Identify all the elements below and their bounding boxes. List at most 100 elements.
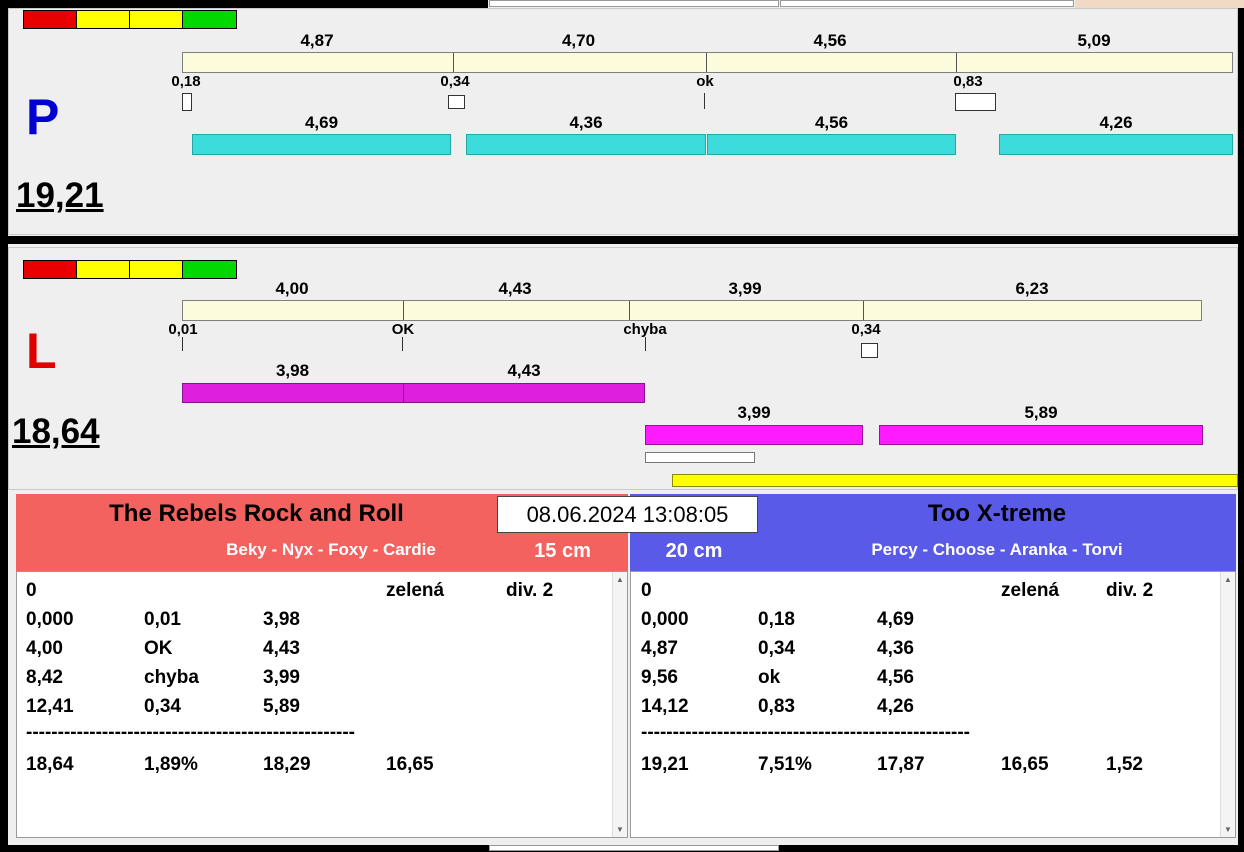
l-status-lights xyxy=(23,260,237,279)
lane-p-letter: P xyxy=(26,89,60,145)
scroll-down-icon[interactable]: ▼ xyxy=(1221,825,1235,834)
background-window-corner xyxy=(1075,0,1244,8)
status-light-red-icon xyxy=(24,261,77,278)
left-team-name: The Rebels Rock and Roll xyxy=(109,500,404,527)
p-run-bar xyxy=(192,134,451,155)
left-adjusted: 18,29 xyxy=(263,754,311,775)
right-color-status: zelená xyxy=(1001,580,1060,601)
l-split-time: 4,43 xyxy=(498,279,532,298)
p-exchange-marker xyxy=(955,93,996,111)
p-run-bar xyxy=(466,134,706,155)
p-exchange-marker xyxy=(182,93,192,111)
lane-l-letter: L xyxy=(26,323,57,379)
titlebar-fragment-1 xyxy=(489,0,779,7)
right-table-scrollbar[interactable]: ▲ ▼ xyxy=(1220,572,1235,837)
status-light-yellow2-icon xyxy=(130,261,183,278)
left-division: div. 2 xyxy=(506,580,554,601)
table-cell: chyba xyxy=(144,667,199,688)
table-cell: 0,34 xyxy=(758,638,795,659)
yellow-progress-bar xyxy=(672,474,1238,487)
right-percent: 7,51% xyxy=(758,754,812,775)
frame-top xyxy=(0,0,488,8)
p-split-time: 4,70 xyxy=(561,31,596,50)
p-split-time: 5,09 xyxy=(1077,31,1111,50)
table-cell: 4,56 xyxy=(877,667,914,688)
left-table-scrollbar[interactable]: ▲ ▼ xyxy=(612,572,627,837)
p-timeline-bar xyxy=(182,52,1233,73)
table-cell: 4,26 xyxy=(877,696,914,717)
l-exchange-tick xyxy=(645,337,646,351)
status-light-yellow-icon xyxy=(77,11,130,28)
titlebar-fragment-2 xyxy=(780,0,1074,7)
p-exchange-marker xyxy=(448,95,465,109)
l-run-bar xyxy=(879,425,1203,445)
scroll-down-icon[interactable]: ▼ xyxy=(613,825,627,834)
l-run-time: 3,99 xyxy=(737,403,771,422)
timeline-divider xyxy=(863,301,864,320)
p-status-lights xyxy=(23,10,237,29)
table-cell: 0,34 xyxy=(144,696,181,717)
l-exchange-value: OK xyxy=(391,321,415,338)
l-exchange-tick xyxy=(402,337,403,351)
l-split-time: 4,00 xyxy=(275,279,309,298)
table-cell: 0,01 xyxy=(144,609,181,630)
right-division: div. 2 xyxy=(1106,580,1154,601)
datetime-display: 08.06.2024 13:08:05 xyxy=(497,496,758,533)
progress-indicator xyxy=(645,452,755,463)
frame-right xyxy=(1238,8,1244,852)
table-cell: 5,89 xyxy=(263,696,300,717)
left-team-category: 15 cm xyxy=(534,540,591,562)
table-cell: 8,42 xyxy=(26,667,63,688)
p-run-bar xyxy=(707,134,956,155)
timeline-divider xyxy=(956,53,957,72)
table-cell: 9,56 xyxy=(641,667,678,688)
l-total-time: 18,64 xyxy=(12,412,100,451)
scroll-up-icon[interactable]: ▲ xyxy=(1221,575,1235,584)
table-cell: 14,12 xyxy=(641,696,689,717)
p-exchange-value: 0,18 xyxy=(171,73,201,90)
p-run-time: 4,36 xyxy=(569,113,603,132)
status-light-yellow2-icon xyxy=(130,11,183,28)
table-cell: 0,000 xyxy=(26,609,74,630)
l-split-time: 6,23 xyxy=(1015,279,1049,298)
p-exchange-value: ok xyxy=(696,73,714,90)
table-divider-dashes: ----------------------------------------… xyxy=(641,722,971,743)
left-results-table: 0 zelená div. 2 0,000 0,01 3,98 4,00 OK … xyxy=(16,571,628,838)
right-results-table: 0 zelená div. 2 0,000 0,18 4,69 4,87 0,3… xyxy=(630,571,1236,838)
table-cell: 3,99 xyxy=(263,667,300,688)
p-run-time: 4,26 xyxy=(1099,113,1133,132)
p-run-time: 4,56 xyxy=(814,113,849,132)
timeline-divider xyxy=(706,53,707,72)
timeline-divider xyxy=(453,53,454,72)
table-cell: 0,18 xyxy=(758,609,795,630)
table-cell: 4,36 xyxy=(877,638,914,659)
table-cell: ok xyxy=(758,667,781,688)
right-adjusted: 17,87 xyxy=(877,754,925,775)
l-split-time: 3,99 xyxy=(728,279,762,298)
table-cell: 4,43 xyxy=(263,638,300,659)
right-difference: 1,52 xyxy=(1106,754,1143,775)
taskbar-fragment xyxy=(489,845,779,851)
l-run-bar xyxy=(403,383,645,403)
status-light-green-icon xyxy=(183,11,236,28)
p-exchange-value: 0,83 xyxy=(953,73,983,90)
right-team-category: 20 cm xyxy=(665,540,723,562)
l-run-bar xyxy=(182,383,404,403)
table-cell: 4,00 xyxy=(26,638,63,659)
l-exchange-tick xyxy=(182,337,183,351)
status-light-red-icon xyxy=(24,11,77,28)
left-percent: 1,89% xyxy=(144,754,198,775)
timeline-divider xyxy=(629,301,630,320)
table-cell: OK xyxy=(144,638,173,659)
l-timeline-bar xyxy=(182,300,1202,321)
right-team-name: Too X-treme xyxy=(927,500,1067,527)
left-start-value: 0 xyxy=(26,580,37,601)
right-team-members: Percy - Choose - Aranka - Torvi xyxy=(871,540,1123,559)
p-split-time: 4,56 xyxy=(813,31,847,50)
l-exchange-value: 0,34 xyxy=(851,321,881,338)
scroll-up-icon[interactable]: ▲ xyxy=(613,575,627,584)
table-cell: 3,98 xyxy=(263,609,300,630)
status-light-green-icon xyxy=(183,261,236,278)
l-run-bar xyxy=(645,425,863,445)
table-cell: 4,69 xyxy=(877,609,914,630)
